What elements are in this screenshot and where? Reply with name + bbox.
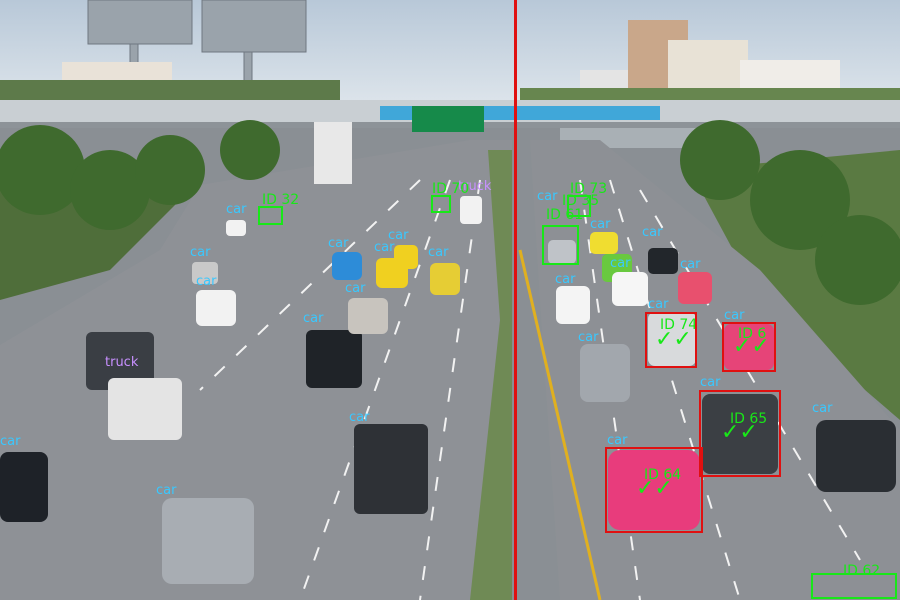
road-sign [412, 106, 484, 132]
detection-label-car: car [345, 281, 366, 296]
track-id-label: ID 70 [432, 181, 470, 197]
detection-label-car: car [190, 245, 211, 260]
track-id-label: ID 32 [262, 192, 300, 208]
detection-label-car: car [680, 257, 701, 272]
video-frame: car car car car car car car car car car … [0, 0, 900, 600]
detection-label-car: car [610, 256, 631, 271]
detection-label-car: car [724, 308, 745, 323]
traffic-scene [0, 0, 900, 600]
check-icon: ✓✓ [636, 476, 673, 501]
detection-label-car: car [590, 217, 611, 232]
detection-label-car: car [226, 202, 247, 217]
track-id-label: ID 61 [546, 207, 584, 223]
detection-label-car: car [374, 240, 395, 255]
detection-label-car: car [642, 225, 663, 240]
detection-label-car: car [156, 483, 177, 498]
tracking-box [542, 225, 579, 265]
tracking-box [811, 573, 897, 599]
detection-label-car: car [349, 410, 370, 425]
detection-label-car: car [578, 330, 599, 345]
billboard-small [314, 122, 352, 184]
check-icon: ✓✓ [655, 327, 692, 352]
detection-label-car: car [537, 189, 558, 204]
detection-label-car: car [196, 274, 217, 289]
detection-label-car: car [700, 375, 721, 390]
detection-label-truck: truck [105, 355, 139, 370]
check-icon: ✓✓ [721, 420, 758, 445]
detection-label-car: car [388, 228, 409, 243]
detection-label-car: car [0, 434, 21, 449]
detection-label-car: car [648, 297, 669, 312]
detection-label-car: car [607, 433, 628, 448]
check-icon: ✓✓ [733, 334, 770, 359]
view-divider [514, 0, 517, 600]
detection-label-car: car [428, 245, 449, 260]
detection-label-car: car [555, 272, 576, 287]
detection-label-car: car [303, 311, 324, 326]
detection-label-car: car [812, 401, 833, 416]
tracking-box [431, 195, 451, 213]
detection-label-car: car [328, 236, 349, 251]
tracking-box [258, 206, 283, 225]
